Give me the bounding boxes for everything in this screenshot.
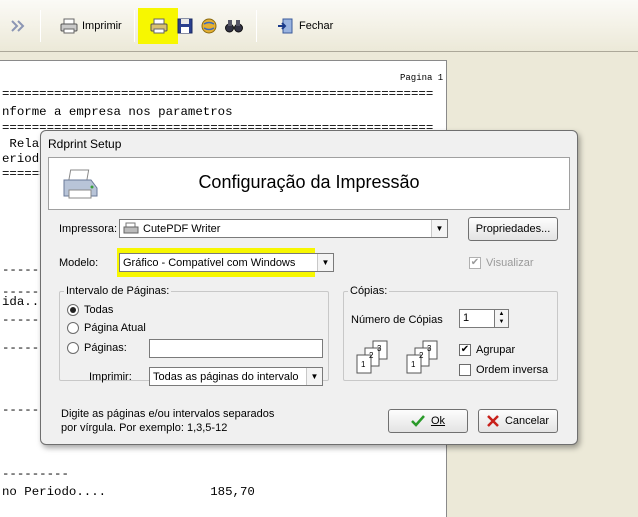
collate-checkbox[interactable]: ✔ Agrupar (459, 344, 515, 356)
checkbox-empty-icon (459, 364, 471, 376)
report-line: no Periodo.... 185,70 (2, 485, 255, 499)
chevron-down-icon: ▼ (431, 220, 447, 237)
copies-count-label: Número de Cópias (351, 314, 443, 326)
spinner-up-icon[interactable]: ▲ (495, 310, 508, 318)
print-setup-button[interactable] (150, 15, 168, 37)
checkmark-green-icon (411, 415, 425, 427)
svg-text:1: 1 (411, 360, 416, 369)
copies-spinner[interactable]: ▲ ▼ (494, 309, 509, 328)
cancel-button-label: Cancelar (504, 415, 550, 427)
radio-pages-label: Páginas: (84, 342, 127, 354)
print-button-label: Imprimir (82, 20, 122, 32)
chevron-down-icon: ▼ (306, 368, 322, 385)
report-line: Rela (2, 137, 40, 151)
svg-text:2: 2 (419, 351, 424, 360)
copies-input[interactable]: 1 (459, 309, 495, 328)
radio-empty-icon (67, 322, 79, 334)
preview-checkbox-label: Visualizar (486, 257, 534, 269)
page-range-group-label: Intervalo de Páginas: (64, 285, 172, 297)
copies-group-label: Cópias: (348, 285, 390, 297)
reverse-order-label: Ordem inversa (476, 364, 549, 376)
printer-select[interactable]: CutePDF Writer ▼ (119, 219, 448, 238)
close-button[interactable]: Fechar (277, 15, 333, 37)
dialog-header-title: Configuração da Impressão (198, 172, 420, 192)
next-page-button[interactable] (10, 15, 26, 37)
report-line: nforme a empresa nos parametros (2, 105, 233, 119)
print-button[interactable]: Imprimir (60, 15, 122, 37)
hint-text-line2: por vírgula. Por exemplo: 1,3,5-12 (61, 422, 228, 434)
radio-current-page[interactable]: Página Atual (67, 322, 146, 334)
print-range-select[interactable]: Todas as páginas do intervalo ▼ (149, 367, 323, 386)
chevron-down-icon: ▼ (317, 254, 333, 271)
floppy-disk-icon (177, 18, 193, 34)
print-setup-dialog: Rdprint Setup Configuração da Impressão … (40, 130, 578, 445)
find-button[interactable] (225, 15, 243, 37)
hint-text-line1: Digite as páginas e/ou intervalos separa… (61, 408, 275, 420)
toolbar-separator (256, 10, 257, 42)
radio-selected-icon (67, 304, 79, 316)
binoculars-icon (225, 20, 243, 33)
model-label: Modelo: (59, 257, 99, 269)
print-setup-icon (150, 18, 168, 34)
close-red-icon (487, 415, 499, 427)
dialog-title: Rdprint Setup (48, 137, 122, 151)
model-select[interactable]: Gráfico - Compatível com Windows ▼ (119, 253, 334, 272)
printer-small-icon (123, 222, 139, 233)
radio-all-label: Todas (84, 304, 114, 316)
export-button[interactable] (201, 15, 217, 37)
cancel-button[interactable]: Cancelar (478, 409, 558, 433)
toolbar-separator (134, 10, 135, 42)
exit-door-icon (278, 18, 293, 34)
model-select-value: Gráfico - Compatível com Windows (123, 256, 296, 269)
print-range-select-value: Todas as páginas do intervalo (153, 370, 299, 383)
report-line: --------- (2, 467, 69, 481)
toolbar-separator (40, 10, 41, 42)
svg-text:3: 3 (427, 344, 432, 353)
globe-icon (201, 18, 217, 34)
pages-input[interactable] (149, 339, 323, 358)
svg-text:2: 2 (369, 351, 374, 360)
collate-pages-icon: 321 321 (356, 340, 438, 374)
spinner-down-icon[interactable]: ▼ (495, 318, 508, 326)
printer-select-value: CutePDF Writer (143, 222, 221, 235)
preview-checkbox[interactable]: ✔ Visualizar (469, 257, 534, 269)
svg-text:3: 3 (377, 344, 382, 353)
printer-label: Impressora: (59, 223, 118, 235)
radio-current-label: Página Atual (84, 322, 146, 334)
checkmark-icon: ✔ (469, 257, 481, 269)
checkmark-icon: ✔ (459, 344, 471, 356)
toolbar: Imprimir Fechar (0, 0, 638, 52)
double-chevron-right-icon (11, 20, 25, 32)
collate-checkbox-label: Agrupar (476, 344, 516, 356)
save-button[interactable] (177, 15, 193, 37)
properties-button[interactable]: Propriedades... (468, 217, 558, 241)
radio-pages[interactable]: Páginas: (67, 342, 127, 354)
report-line: ========================================… (2, 87, 434, 101)
reverse-order-checkbox[interactable]: Ordem inversa (459, 364, 548, 376)
ok-button[interactable]: Ok (388, 409, 468, 433)
radio-empty-icon (67, 342, 79, 354)
close-button-label: Fechar (299, 20, 334, 32)
svg-text:1: 1 (361, 360, 366, 369)
ok-button-label: Ok (430, 415, 446, 427)
dialog-header: Configuração da Impressão (48, 157, 570, 210)
page-number: Pagina 1 (400, 73, 444, 83)
print-range-label: Imprimir: (89, 371, 132, 383)
properties-button-label: Propriedades... (475, 223, 551, 235)
printer-icon (60, 18, 78, 34)
radio-all-pages[interactable]: Todas (67, 304, 113, 316)
